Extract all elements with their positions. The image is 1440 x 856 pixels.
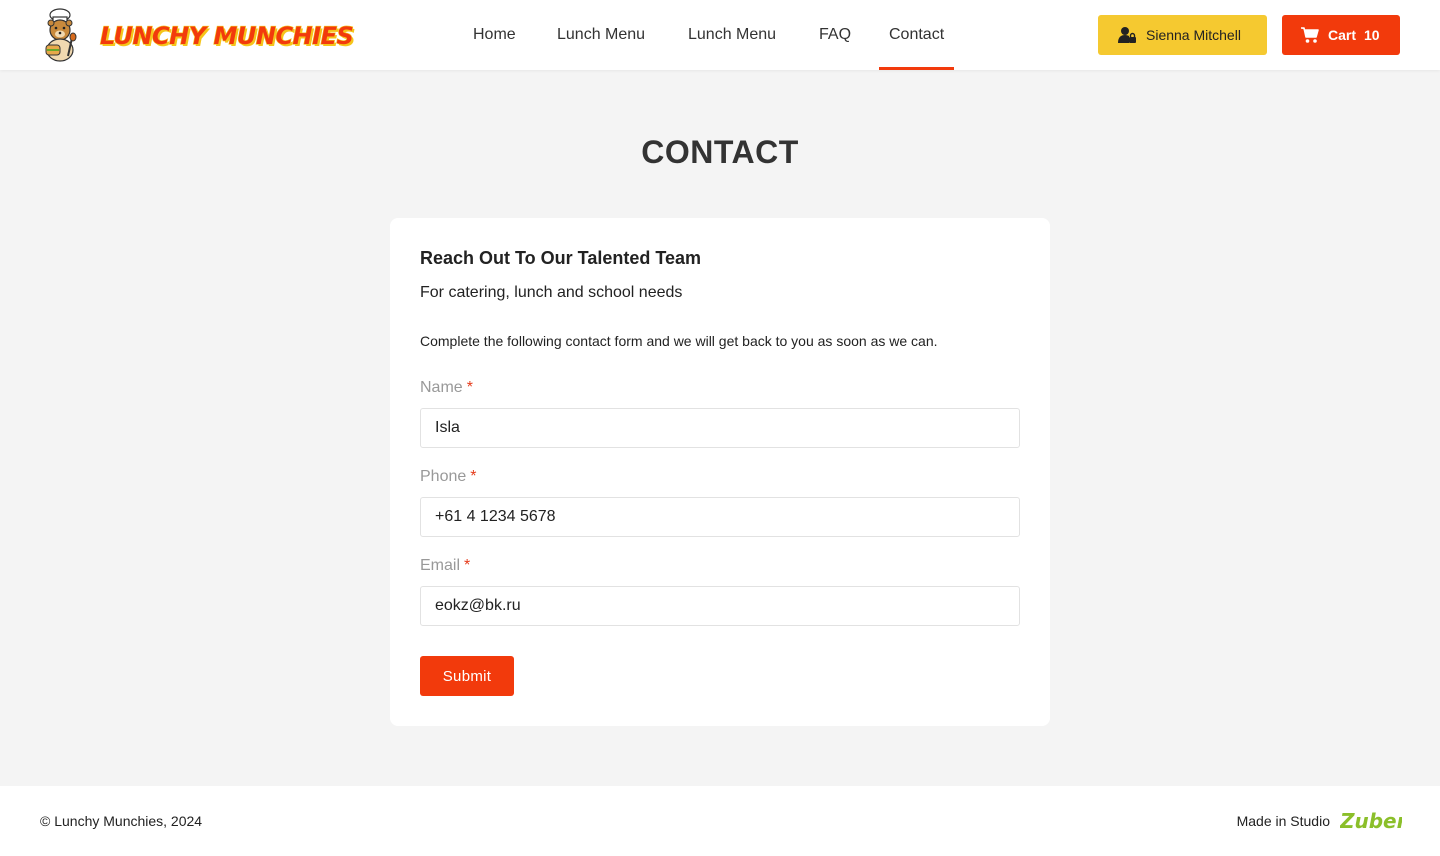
cart-count: 10 bbox=[1364, 27, 1380, 43]
studio-brand-text: Zuber bbox=[1340, 809, 1402, 833]
site-header: LUNCHY MUNCHIES Home Lunch Menu Lunch Me… bbox=[0, 0, 1440, 70]
required-marker: * bbox=[466, 379, 473, 396]
email-field[interactable] bbox=[420, 586, 1020, 626]
user-lock-icon bbox=[1118, 27, 1136, 43]
made-in-text: Made in Studio bbox=[1236, 813, 1330, 829]
site-footer: © Lunchy Munchies, 2024 Made in Studio Z… bbox=[0, 786, 1440, 856]
cart-button[interactable]: Cart 10 bbox=[1282, 15, 1400, 55]
email-label-text: Email bbox=[420, 557, 461, 574]
required-marker: * bbox=[470, 468, 477, 485]
form-subheading: For catering, lunch and school needs bbox=[420, 284, 683, 301]
nav-lunch-menu-2[interactable]: Lunch Menu bbox=[688, 0, 776, 70]
zuber-logo-icon: Zuber bbox=[1340, 809, 1402, 833]
form-heading: Reach Out To Our Talented Team bbox=[420, 248, 702, 268]
name-field[interactable] bbox=[420, 408, 1020, 448]
phone-field[interactable] bbox=[420, 497, 1020, 537]
nav-lunch-menu[interactable]: Lunch Menu bbox=[557, 0, 645, 70]
nav-home[interactable]: Home bbox=[473, 0, 516, 70]
nav-contact[interactable]: Contact bbox=[878, 0, 955, 70]
email-label: Email * bbox=[420, 557, 470, 575]
submit-button[interactable]: Submit bbox=[420, 656, 514, 696]
contact-card: Reach Out To Our Talented Team For cater… bbox=[390, 218, 1050, 726]
account-name: Sienna Mitchell bbox=[1146, 27, 1241, 43]
account-button[interactable]: Sienna Mitchell bbox=[1098, 15, 1267, 55]
cart-label: Cart bbox=[1328, 27, 1357, 43]
name-label-text: Name bbox=[420, 379, 463, 396]
name-label: Name * bbox=[420, 379, 473, 397]
required-marker: * bbox=[464, 557, 471, 574]
phone-label-text: Phone bbox=[420, 468, 467, 485]
cart-icon bbox=[1301, 27, 1319, 43]
form-description: Complete the following contact form and … bbox=[420, 333, 938, 349]
copyright-text: © Lunchy Munchies, 2024 bbox=[40, 813, 203, 829]
phone-label: Phone * bbox=[420, 468, 477, 486]
page-title: CONTACT bbox=[641, 134, 799, 170]
nav-faq[interactable]: FAQ bbox=[819, 0, 851, 70]
